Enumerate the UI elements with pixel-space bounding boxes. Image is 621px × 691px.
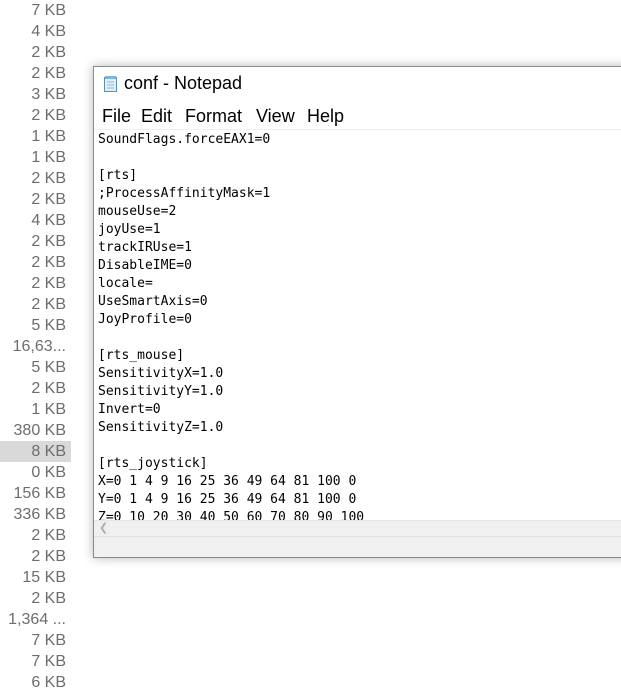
file-size-cell[interactable]: 2 KB [0,525,71,546]
menu-bar: File Edit Format View Help [94,104,621,129]
file-size-cell[interactable]: 156 KB [0,483,71,504]
file-size-cell[interactable]: 1 KB [0,399,71,420]
text-line [98,149,364,167]
text-line [98,437,364,455]
file-size-cell[interactable]: 2 KB [0,588,71,609]
notepad-window[interactable]: conf - Notepad File Edit Format View Hel… [93,66,621,558]
file-size-cell[interactable]: 1,364 ... [0,609,71,630]
window-title: conf - Notepad [124,73,243,93]
file-size-cell[interactable]: 336 KB [0,504,71,525]
text-line: UseSmartAxis=0 [98,294,208,309]
file-size-cell[interactable]: 2 KB [0,63,71,84]
file-size-cell[interactable]: 2 KB [0,378,71,399]
file-size-column: 7 KB 4 KB 2 KB 2 KB 3 KB 2 KB 1 KB 1 KB 2 KB 2 KB… [0,0,71,691]
file-size-cell[interactable]: 0 KB [0,462,71,483]
file-size-cell[interactable]: 2 KB [0,105,71,126]
file-size-cell[interactable]: 16,63... [0,336,71,357]
file-size-cell[interactable]: 2 KB [0,294,71,315]
text-line: Y=0 1 4 9 16 25 36 49 64 81 100 0 [98,492,357,507]
file-size-cell[interactable]: 380 KB [0,420,71,441]
menu-format[interactable]: Format [185,106,242,127]
menu-file[interactable]: File [102,106,131,127]
text-line: locale= [98,276,153,291]
text-line: [rts_mouse] [98,348,185,363]
file-size-cell[interactable]: 2 KB [0,252,71,273]
text-line: SensitivityY=1.0 [98,384,224,399]
text-line: Invert=0 [98,402,161,417]
file-size-cell[interactable]: 2 KB [0,42,71,63]
file-size-cell[interactable]: 1 KB [0,147,71,168]
chevron-left-icon[interactable]: ❮ [99,521,108,536]
text-editor[interactable]: SoundFlags.forceEAX1=0 [rts] ;ProcessAffin… [94,129,621,520]
text-line: SensitivityX=1.0 [98,366,224,381]
text-line: [rts] [98,168,138,183]
horizontal-scrollbar[interactable]: ❮ [94,520,621,536]
text-line: Z=0 10 20 30 40 50 60 70 80 90 100 [98,510,365,520]
file-size-cell[interactable]: 2 KB [0,168,71,189]
text-line: X=0 1 4 9 16 25 36 49 64 81 100 0 [98,474,357,489]
file-size-cell[interactable]: 15 KB [0,567,71,588]
file-size-cell[interactable]: 7 KB [0,0,71,21]
notepad-icon [104,76,117,92]
editor-content[interactable]: SoundFlags.forceEAX1=0 [rts] ;ProcessAffin… [98,131,364,520]
file-size-cell[interactable]: 3 KB [0,84,71,105]
file-size-cell[interactable]: 2 KB [0,273,71,294]
text-line: JoyProfile=0 [98,312,192,327]
file-size-cell[interactable]: 5 KB [0,315,71,336]
desktop: 7 KB 4 KB 2 KB 2 KB 3 KB 2 KB 1 KB 1 KB 2 KB 2 KB… [0,0,621,691]
file-size-cell[interactable]: 7 KB [0,630,71,651]
text-line: ;ProcessAffinityMask=1 [98,186,271,201]
file-size-cell[interactable]: 4 KB [0,210,71,231]
file-size-cell[interactable]: 6 KB [0,672,71,691]
file-size-cell[interactable]: 8 KB [0,441,71,462]
text-line: joyUse=1 [98,222,161,237]
title-bar[interactable]: conf - Notepad [94,67,621,101]
file-size-cell[interactable]: 1 KB [0,126,71,147]
file-size-cell[interactable]: 2 KB [0,231,71,252]
text-line: DisableIME=0 [98,258,192,273]
text-line: SensitivityZ=1.0 [98,420,224,435]
status-bar [94,536,621,557]
file-size-cell[interactable]: 5 KB [0,357,71,378]
menu-view[interactable]: View [256,106,295,127]
text-line [98,329,364,347]
text-line: SoundFlags.forceEAX1=0 [98,132,271,147]
file-size-cell[interactable]: 2 KB [0,189,71,210]
text-line: [rts_joystick] [98,456,208,471]
text-line: mouseUse=2 [98,204,177,219]
menu-help[interactable]: Help [307,106,344,127]
file-size-cell[interactable]: 7 KB [0,651,71,672]
text-line: trackIRUse=1 [98,240,192,255]
file-size-cell[interactable]: 4 KB [0,21,71,42]
file-size-cell[interactable]: 2 KB [0,546,71,567]
menu-edit[interactable]: Edit [141,106,172,127]
